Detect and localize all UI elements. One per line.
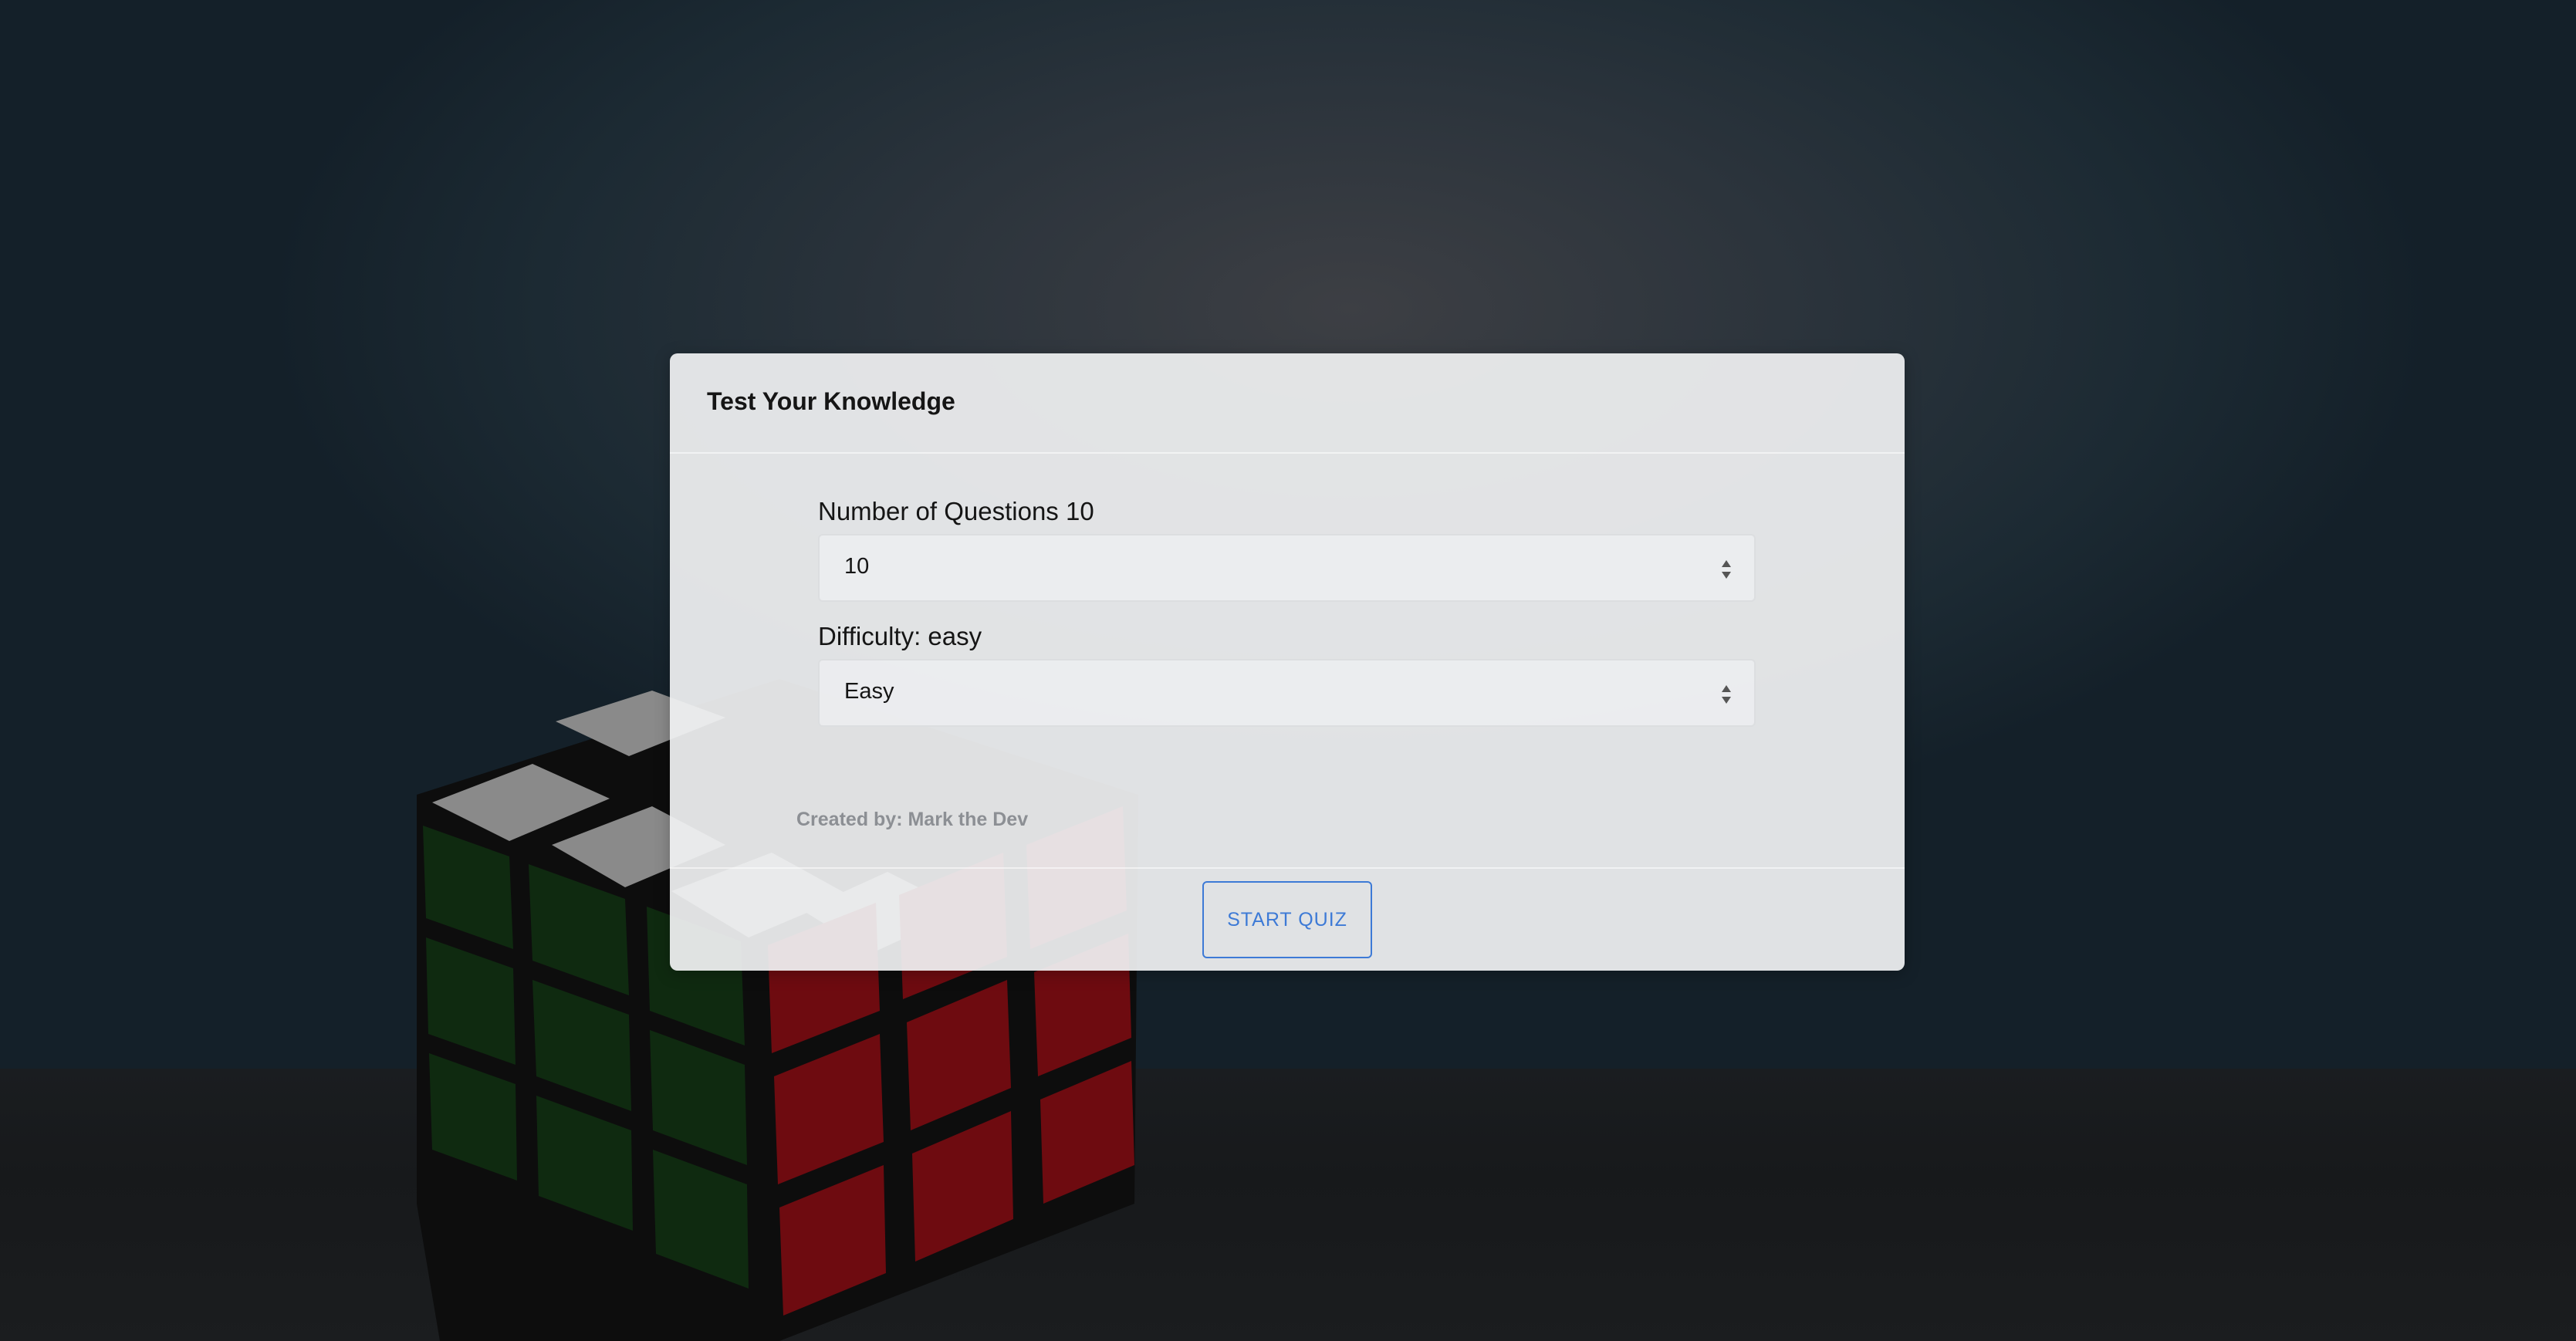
questions-count-select[interactable]: 10 [818,534,1756,602]
start-quiz-button[interactable]: START QUIZ [1202,881,1372,958]
difficulty-label: Difficulty: easy [818,622,982,650]
author-credit: Created by: Mark the Dev [796,809,1029,830]
difficulty-select[interactable]: Easy [818,659,1756,727]
up-down-caret-icon [1722,685,1731,704]
quiz-setup-card: Test Your Knowledge Number of Questions … [670,353,1905,971]
card-title: Test Your Knowledge [707,387,955,415]
footer-divider [670,867,1905,869]
card-header: Test Your Knowledge [670,353,1905,454]
questions-count-label: Number of Questions 10 [818,497,1094,525]
questions-count-value: 10 [844,554,870,579]
up-down-caret-icon [1722,560,1731,579]
difficulty-value: Easy [844,679,894,704]
